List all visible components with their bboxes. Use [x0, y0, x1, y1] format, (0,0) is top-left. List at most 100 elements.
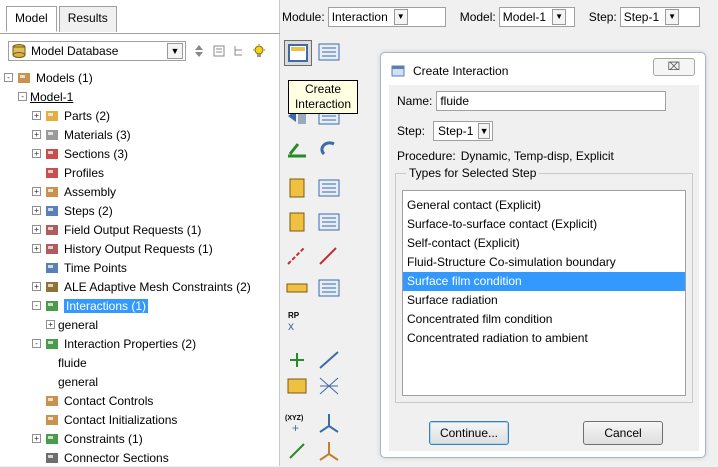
tree-node[interactable]: + ALE Adaptive Mesh Constraints (2) — [4, 277, 279, 296]
module-value: Interaction — [331, 10, 388, 24]
tree-node[interactable]: + Sections (3) — [4, 144, 279, 163]
list-item[interactable]: Fluid-Structure Co-simulation boundary — [403, 253, 685, 272]
constraint-manager-button[interactable] — [316, 176, 344, 202]
tree-node[interactable]: Contact Controls — [4, 391, 279, 410]
constraint-button[interactable] — [284, 176, 312, 202]
name-input[interactable] — [436, 91, 667, 111]
datum-point-button[interactable] — [284, 348, 312, 374]
datum-plane-button[interactable] — [284, 374, 312, 400]
collapse-icon[interactable]: - — [32, 301, 41, 310]
chevron-down-icon[interactable]: ▼ — [665, 9, 680, 25]
cancel-button[interactable]: Cancel — [583, 421, 663, 445]
tree-node[interactable]: + Constraints (1) — [4, 429, 279, 448]
expand-icon[interactable]: + — [32, 149, 41, 158]
tree-node[interactable]: Profiles — [4, 163, 279, 182]
connector-section-button[interactable] — [284, 210, 312, 236]
lightbulb-icon[interactable] — [252, 44, 266, 58]
model-database-select[interactable]: Model Database ▼ — [8, 41, 186, 61]
model-select[interactable]: Model-1 ▼ — [498, 7, 575, 27]
expand-icon[interactable]: + — [46, 320, 55, 329]
contact-init-button[interactable] — [316, 136, 344, 162]
assembly-icon — [46, 186, 58, 197]
tab-results[interactable]: Results — [58, 6, 117, 32]
reference-point-button[interactable]: RP x — [284, 308, 312, 334]
types-list[interactable]: General contact (Explicit) Surface-to-sur… — [402, 190, 686, 396]
list-item[interactable]: Self-contact (Explicit) — [403, 234, 685, 253]
tree-node[interactable]: + Assembly — [4, 182, 279, 201]
chevron-down-icon[interactable]: ▼ — [552, 9, 567, 25]
tree-node[interactable]: + Materials (3) — [4, 125, 279, 144]
tree-node[interactable]: Time Points — [4, 258, 279, 277]
close-button[interactable]: ⌧ — [653, 58, 695, 76]
tree-node[interactable]: Connector Sections — [4, 448, 279, 467]
list-item[interactable]: Concentrated radiation to ambient — [403, 329, 685, 348]
module-select[interactable]: Interaction ▼ — [327, 7, 446, 27]
tree-icon[interactable] — [232, 44, 246, 58]
expand-icon[interactable]: + — [32, 282, 41, 291]
cylindrical-button[interactable] — [284, 438, 312, 464]
sort-updown-icon[interactable] — [192, 44, 206, 58]
tree-node[interactable]: + Field Output Requests (1) — [4, 220, 279, 239]
procedure-row: Procedure: Dynamic, Temp-disp, Explicit — [397, 149, 614, 163]
collapse-icon[interactable]: - — [32, 339, 41, 348]
list-item[interactable]: General contact (Explicit) — [403, 196, 685, 215]
tree-node[interactable]: fluide — [4, 353, 279, 372]
expand-icon[interactable]: + — [32, 434, 41, 443]
connector-assign-icon — [286, 283, 308, 293]
tree-node[interactable]: + general — [4, 315, 279, 334]
expand-icon[interactable]: + — [32, 225, 41, 234]
list-item[interactable]: Surface radiation — [403, 291, 685, 310]
xyz-button[interactable]: (XYZ) + — [284, 410, 312, 436]
expand-icon[interactable]: + — [32, 187, 41, 196]
tree-node[interactable]: Contact Initializations — [4, 410, 279, 429]
create-interaction-button[interactable] — [284, 40, 312, 66]
tab-model[interactable]: Model — [6, 6, 57, 32]
expand-icon[interactable]: + — [32, 244, 41, 253]
axes-button[interactable] — [316, 410, 344, 436]
tree-node[interactable]: + Steps (2) — [4, 201, 279, 220]
tree-node[interactable]: + Parts (2) — [4, 106, 279, 125]
tree-node[interactable]: - Model-1 — [4, 87, 279, 106]
tree-node[interactable]: - Interactions (1) — [4, 296, 279, 315]
tree-node[interactable]: general — [4, 372, 279, 391]
datum-csys-button[interactable] — [316, 374, 344, 400]
tree-node[interactable]: - Models (1) — [4, 68, 279, 87]
name-label: Name: — [397, 94, 433, 108]
tree-node-label: History Output Requests (1) — [64, 241, 213, 256]
dialog-title: Create Interaction — [413, 64, 509, 78]
tree-node[interactable]: + History Output Requests (1) — [4, 239, 279, 258]
datum-axis-button[interactable] — [316, 348, 344, 374]
tree-node-label: Time Points — [64, 260, 127, 275]
connector-manager-button[interactable] — [316, 210, 344, 236]
step-select[interactable]: Step-1 ▼ — [433, 121, 494, 141]
list-item[interactable]: Surface-to-surface contact (Explicit) — [403, 215, 685, 234]
expand-icon[interactable]: + — [32, 130, 41, 139]
chevron-down-icon[interactable]: ▼ — [478, 123, 491, 139]
list-item[interactable]: Surface film condition — [403, 272, 685, 291]
tree-node-label: Contact Controls — [64, 393, 154, 408]
svg-text:+: + — [292, 421, 299, 434]
expand-icon[interactable]: + — [32, 206, 41, 215]
chevron-down-icon[interactable]: ▼ — [167, 43, 183, 59]
database-icon — [12, 44, 26, 58]
wire-manager-button[interactable] — [316, 244, 344, 270]
procedure-value: Dynamic, Temp-disp, Explicit — [460, 149, 614, 163]
spherical-button[interactable] — [316, 438, 344, 464]
expand-icon[interactable]: + — [32, 111, 41, 120]
continue-button[interactable]: Continue... — [429, 421, 509, 445]
spherical-icon — [319, 442, 339, 461]
contact-init-icon — [320, 141, 335, 156]
interaction-manager-button[interactable] — [316, 40, 344, 66]
tree-node-label: Connector Sections — [64, 450, 169, 465]
connector-assign-button[interactable] — [284, 276, 312, 302]
filter-icon[interactable] — [212, 44, 226, 58]
connector-assign-manager-button[interactable] — [316, 276, 344, 302]
contact-controls-button[interactable] — [284, 136, 312, 162]
step-select[interactable]: Step-1 ▼ — [619, 7, 700, 27]
collapse-icon[interactable]: - — [4, 73, 13, 82]
wire-button[interactable] — [284, 244, 312, 270]
tree-node[interactable]: - Interaction Properties (2) — [4, 334, 279, 353]
chevron-down-icon[interactable]: ▼ — [393, 9, 408, 25]
list-item[interactable]: Concentrated film condition — [403, 310, 685, 329]
collapse-icon[interactable]: - — [18, 92, 27, 101]
